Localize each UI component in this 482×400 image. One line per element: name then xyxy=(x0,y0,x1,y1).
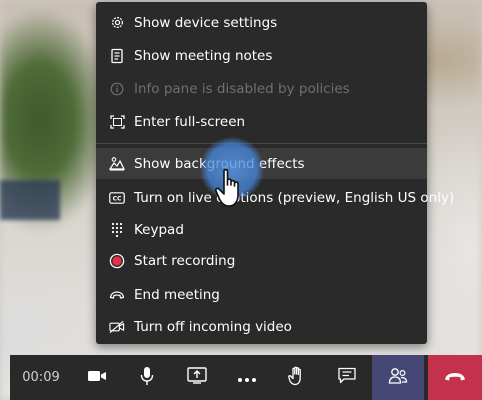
camera-button[interactable] xyxy=(72,355,122,400)
end-meeting-icon xyxy=(109,287,125,303)
menu-item-label: Keypad xyxy=(134,221,184,238)
gear-icon xyxy=(109,15,125,31)
raise-hand-icon xyxy=(288,366,306,390)
more-options-button[interactable] xyxy=(222,355,272,400)
info-icon xyxy=(109,81,125,97)
camera-icon xyxy=(87,368,107,387)
captions-icon: CC xyxy=(109,190,125,206)
menu-item-label: Start recording xyxy=(134,252,236,269)
microphone-button[interactable] xyxy=(122,355,172,400)
notes-icon xyxy=(109,48,125,64)
hang-up-button[interactable] xyxy=(428,355,482,400)
menu-item-label: Show device settings xyxy=(134,14,278,31)
menu-item-label: Turn on live captions (preview, English … xyxy=(134,189,455,206)
fullscreen-icon xyxy=(109,114,125,130)
video-shade xyxy=(0,180,60,220)
chat-button[interactable] xyxy=(322,355,372,400)
menu-divider xyxy=(96,143,427,144)
participants-icon xyxy=(388,367,408,389)
menu-item-background-effects[interactable]: Show background effects xyxy=(96,148,427,179)
hang-up-icon xyxy=(443,368,467,387)
keypad-icon xyxy=(109,222,125,238)
menu-item-label: Enter full-screen xyxy=(134,113,246,130)
record-icon xyxy=(109,253,125,269)
menu-item-live-captions[interactable]: CC Turn on live captions (preview, Engli… xyxy=(96,182,454,213)
video-off-icon xyxy=(109,319,125,335)
call-toolbar: 00:09 xyxy=(10,355,482,400)
menu-item-label: Turn off incoming video xyxy=(134,318,292,335)
more-options-icon xyxy=(237,368,257,387)
background-effects-icon xyxy=(109,156,125,172)
menu-item-keypad[interactable]: Keypad xyxy=(96,214,427,245)
menu-item-label: End meeting xyxy=(134,286,220,303)
menu-item-incoming-video-off[interactable]: Turn off incoming video xyxy=(96,311,427,342)
menu-item-device-settings[interactable]: Show device settings xyxy=(96,7,427,38)
share-screen-icon xyxy=(187,367,207,388)
menu-item-label: Show meeting notes xyxy=(134,47,273,64)
menu-item-full-screen[interactable]: Enter full-screen xyxy=(96,106,427,137)
raise-hand-button[interactable] xyxy=(272,355,322,400)
chat-icon xyxy=(338,367,356,388)
svg-text:CC: CC xyxy=(113,195,122,202)
menu-item-label: Info pane is disabled by policies xyxy=(134,80,350,97)
share-screen-button[interactable] xyxy=(172,355,222,400)
more-options-menu: Show device settings Show meeting notes … xyxy=(96,2,454,344)
microphone-icon xyxy=(140,366,154,390)
menu-item-end-meeting[interactable]: End meeting xyxy=(96,279,427,310)
participants-button[interactable] xyxy=(372,355,424,400)
menu-item-start-recording[interactable]: Start recording xyxy=(96,245,427,276)
menu-item-meeting-notes[interactable]: Show meeting notes xyxy=(96,40,427,71)
menu-item-info-pane-disabled: Info pane is disabled by policies xyxy=(96,73,427,104)
hand-cursor-icon xyxy=(214,168,239,207)
call-duration: 00:09 xyxy=(22,370,60,385)
